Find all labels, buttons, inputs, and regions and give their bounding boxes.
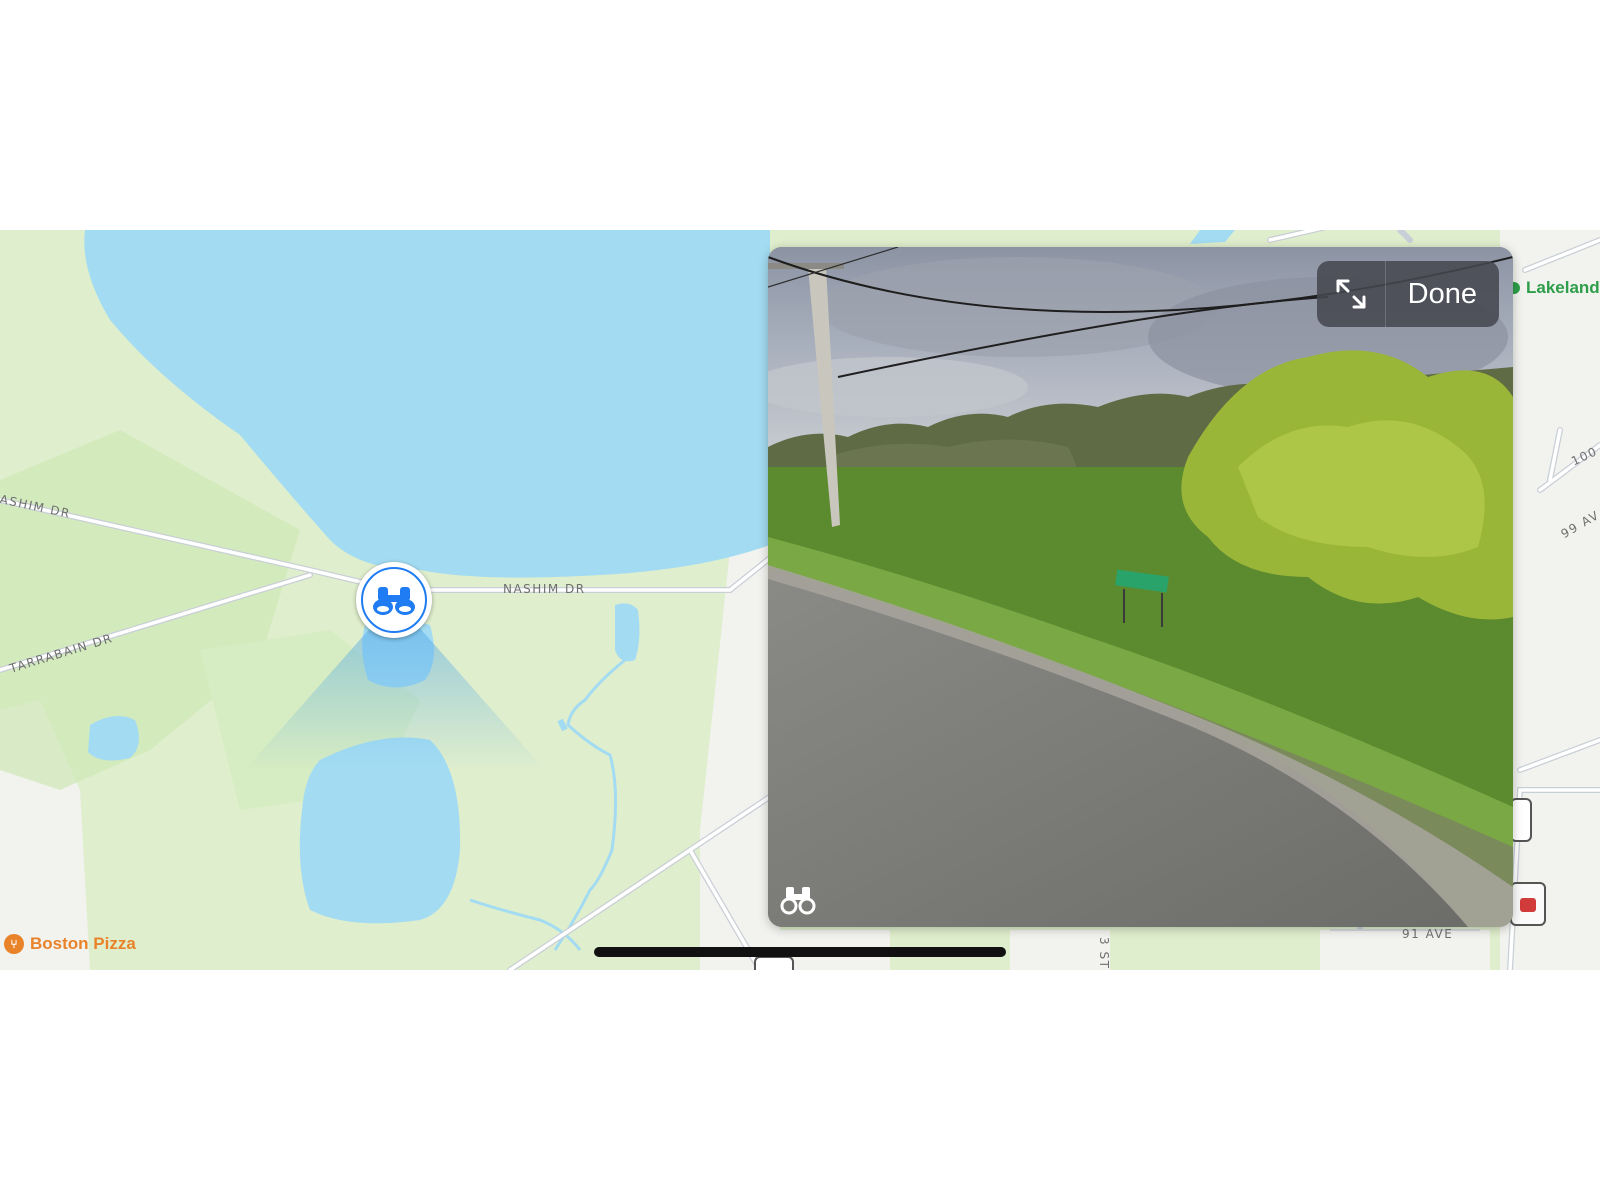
- home-indicator[interactable]: [594, 947, 1006, 957]
- viewer-controls: Done: [1316, 261, 1499, 327]
- poi-boston-pizza[interactable]: ⑂ Boston Pizza: [4, 934, 136, 954]
- maps-screen: ASHIM DR TARRABAIN DR NASHIM DR 99 AV 10…: [0, 230, 1600, 970]
- expand-button[interactable]: [1317, 261, 1386, 327]
- road-label-3-st: 3 ST: [1097, 937, 1111, 970]
- expand-arrows-icon: [1336, 279, 1366, 309]
- poi-lakeland[interactable]: Lakeland: [1508, 278, 1600, 298]
- look-around-pin[interactable]: [356, 562, 432, 638]
- binoculars-icon: [780, 885, 816, 915]
- street-view-image[interactable]: [768, 247, 1513, 927]
- look-around-viewer[interactable]: Done: [768, 247, 1513, 927]
- highway-shield-icon: [754, 956, 794, 970]
- highway-shield-icon: [1510, 798, 1532, 842]
- alberta-shield-icon: [1510, 882, 1546, 926]
- road-label-91-ave: 91 AVE: [1402, 927, 1454, 941]
- road-label-nashim-dr-right: NASHIM DR: [503, 582, 586, 596]
- done-button[interactable]: Done: [1386, 261, 1499, 327]
- binoculars-icon: [361, 567, 427, 633]
- poi-label: Lakeland: [1526, 278, 1600, 297]
- restaurant-icon: ⑂: [4, 934, 24, 954]
- poi-label: Boston Pizza: [30, 934, 136, 953]
